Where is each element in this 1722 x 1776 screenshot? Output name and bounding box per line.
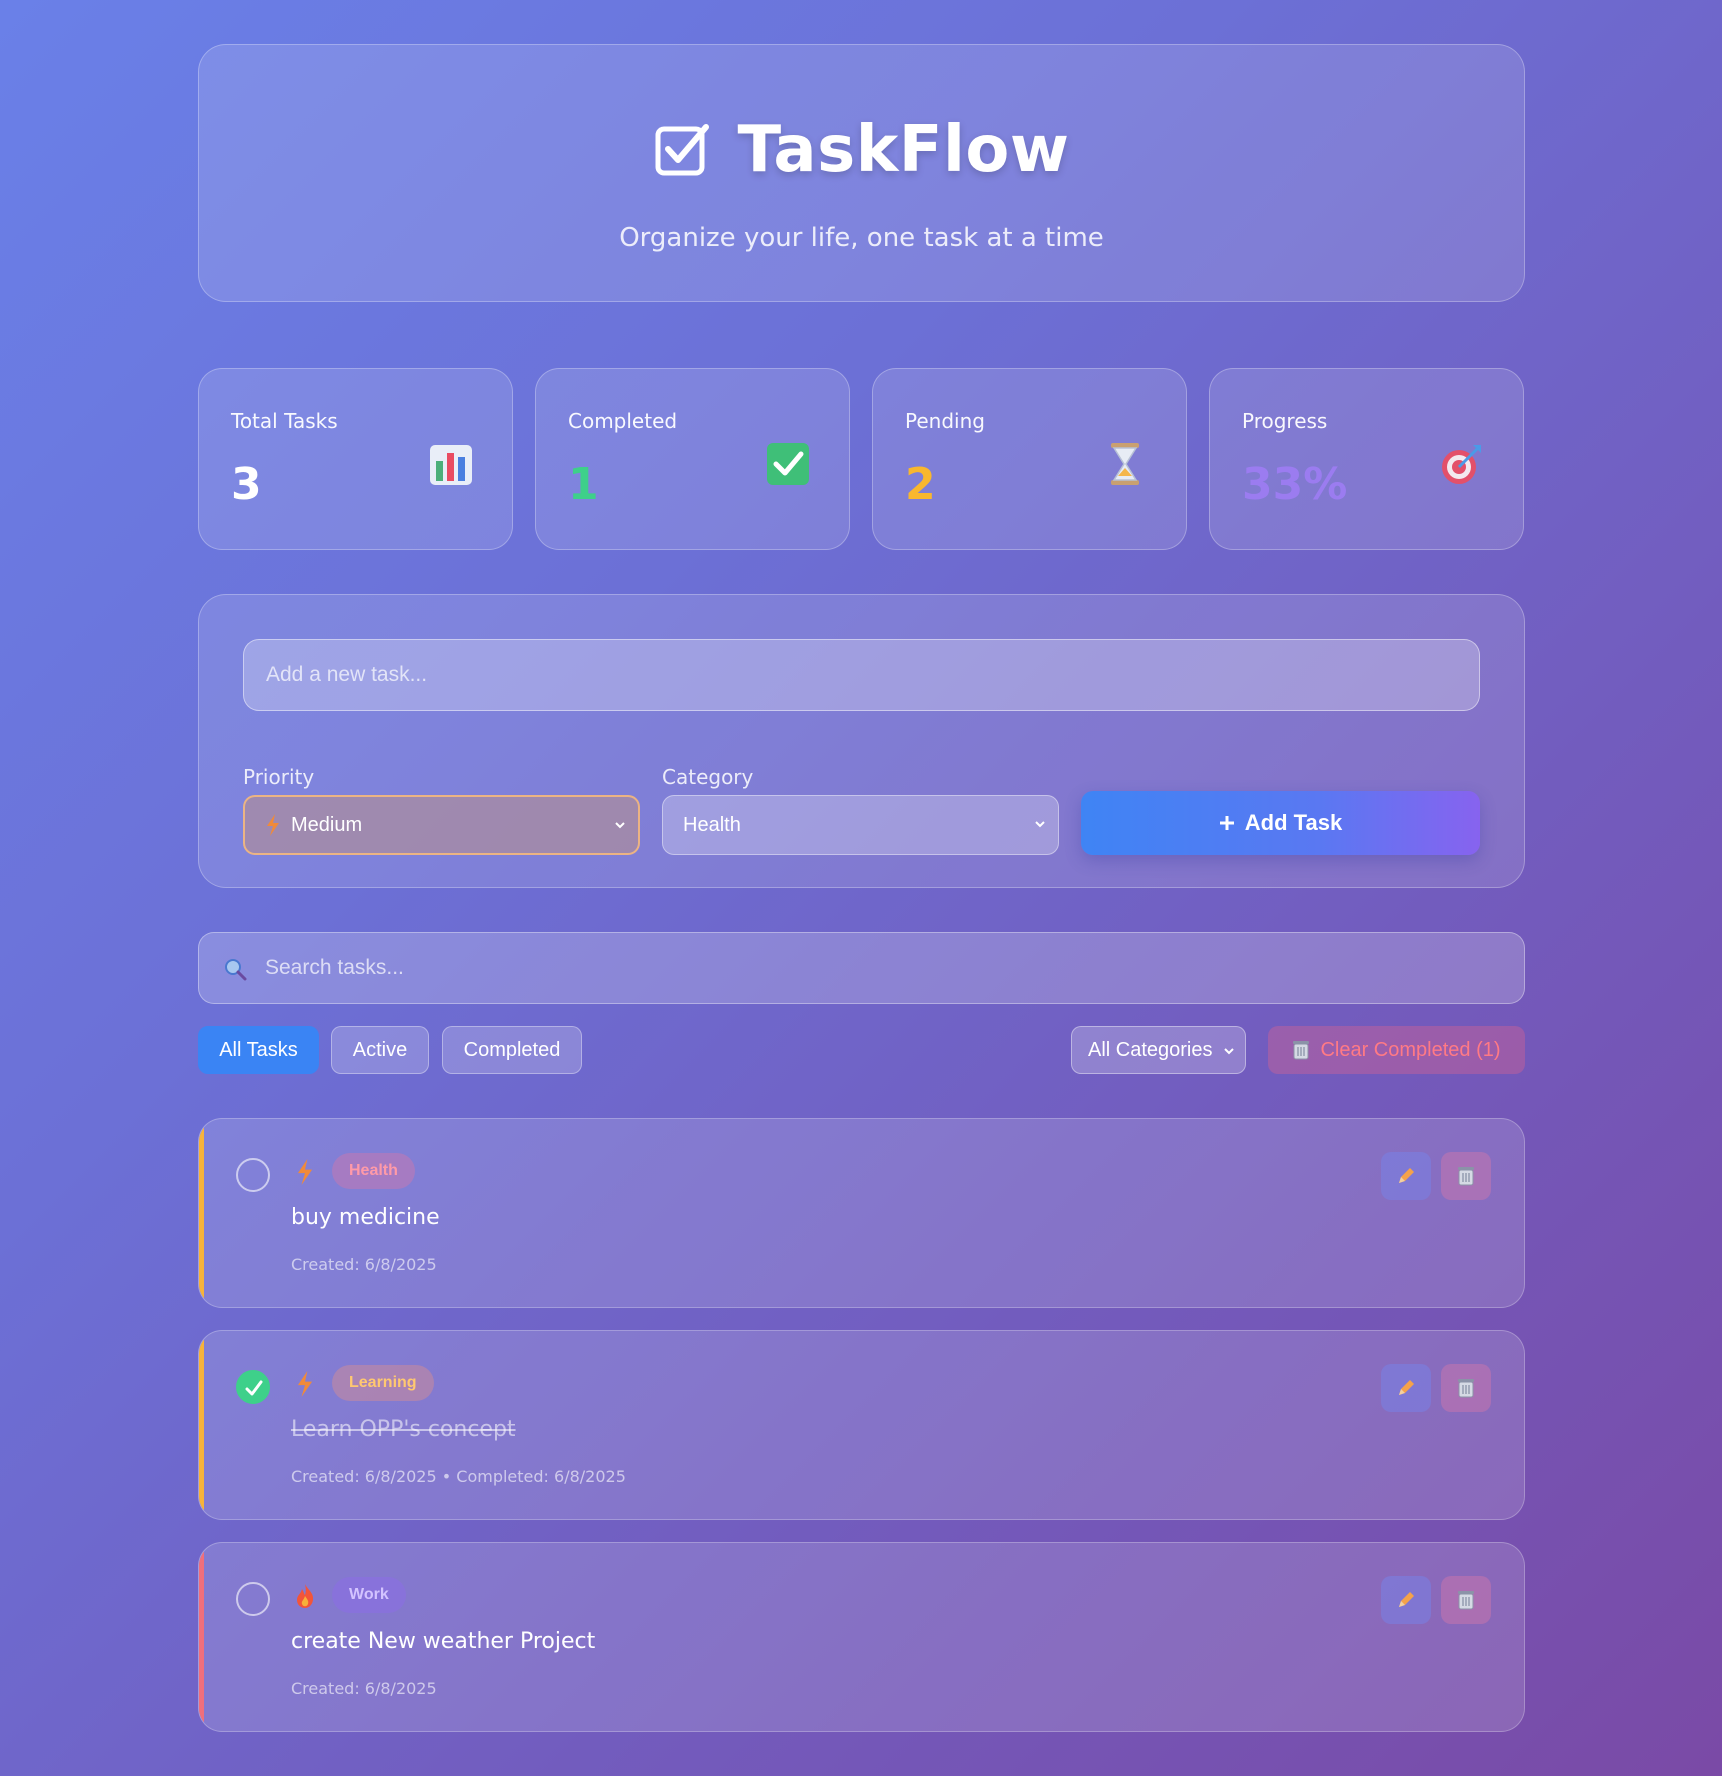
category-badge: Learning xyxy=(332,1365,434,1401)
priority-bar xyxy=(199,1543,204,1731)
edit-button[interactable] xyxy=(1381,1576,1431,1624)
category-value: Health xyxy=(683,813,741,836)
lightning-icon xyxy=(297,1371,313,1397)
delete-button[interactable] xyxy=(1441,1152,1491,1200)
task-text: Learn OPP's concept xyxy=(291,1417,516,1442)
plus-icon xyxy=(1219,816,1234,830)
stat-label: Progress xyxy=(1242,409,1328,433)
hourglass-icon xyxy=(1111,443,1139,485)
stat-label: Completed xyxy=(568,409,678,433)
pencil-icon xyxy=(1399,1380,1414,1395)
title-row: TaskFlow xyxy=(199,113,1524,187)
filter-active-button[interactable]: Active xyxy=(331,1026,429,1074)
task-checkbox[interactable] xyxy=(236,1158,270,1192)
category-filter-value: All Categories xyxy=(1088,1038,1213,1061)
task-meta: Created: 6/8/2025 • Completed: 6/8/2025 xyxy=(291,1467,626,1486)
filter-row: All Tasks Active Completed All Categorie… xyxy=(198,1026,1525,1074)
stat-value: 1 xyxy=(568,459,599,510)
stat-card-pending: Pending 2 xyxy=(872,368,1187,550)
edit-button[interactable] xyxy=(1381,1364,1431,1412)
task-text: create New weather Project xyxy=(291,1629,596,1654)
stat-card-progress: Progress 33% xyxy=(1209,368,1524,550)
filter-completed-button[interactable]: Completed xyxy=(442,1026,582,1074)
app-header: TaskFlow Organize your life, one task at… xyxy=(198,44,1525,302)
priority-bar xyxy=(199,1331,204,1519)
task-checkbox[interactable] xyxy=(236,1582,270,1616)
chevron-down-icon xyxy=(1035,821,1045,828)
task-meta: Created: 6/8/2025 xyxy=(291,1255,437,1274)
stat-value: 3 xyxy=(231,459,262,510)
checkbox-icon xyxy=(655,124,709,176)
edit-button[interactable] xyxy=(1381,1152,1431,1200)
add-task-label: Add Task xyxy=(1244,810,1343,835)
trash-icon xyxy=(1458,1591,1474,1610)
filter-all-button[interactable]: All Tasks xyxy=(198,1026,319,1074)
app-container: TaskFlow Organize your life, one task at… xyxy=(198,44,1525,1754)
stat-card-total: Total Tasks 3 xyxy=(198,368,513,550)
priority-select[interactable]: Medium xyxy=(243,795,640,855)
trash-icon xyxy=(1293,1041,1310,1060)
pencil-icon xyxy=(1399,1592,1414,1607)
task-text: buy medicine xyxy=(291,1205,440,1230)
trash-icon xyxy=(1458,1379,1474,1398)
task-item: Work create New weather Project Created:… xyxy=(198,1542,1525,1732)
app-title: TaskFlow xyxy=(737,113,1070,187)
task-item: Learning Learn OPP's concept Created: 6/… xyxy=(198,1330,1525,1520)
chevron-down-icon xyxy=(1224,1048,1234,1055)
priority-label: Priority xyxy=(243,765,315,789)
task-meta: Created: 6/8/2025 xyxy=(291,1679,437,1698)
chevron-down-icon xyxy=(615,822,625,829)
fire-icon xyxy=(297,1584,314,1608)
stat-label: Total Tasks xyxy=(231,409,338,433)
check-mark-icon xyxy=(767,443,809,485)
delete-button[interactable] xyxy=(1441,1364,1491,1412)
lightning-icon xyxy=(267,814,279,836)
category-badge: Health xyxy=(332,1153,415,1189)
add-task-panel: Priority Medium Category Health Add Task xyxy=(198,594,1525,888)
bar-chart-icon xyxy=(430,445,472,485)
category-badge: Work xyxy=(332,1577,406,1613)
lightning-icon xyxy=(297,1159,313,1185)
search-input[interactable] xyxy=(265,933,1465,1003)
new-task-input[interactable] xyxy=(243,639,1480,711)
category-filter-select[interactable]: All Categories xyxy=(1071,1026,1246,1074)
priority-value: Medium xyxy=(291,813,363,836)
category-select[interactable]: Health xyxy=(662,795,1059,855)
category-label: Category xyxy=(662,765,754,789)
add-task-button[interactable]: Add Task xyxy=(1081,791,1480,855)
stat-value: 33% xyxy=(1242,459,1348,510)
clear-completed-button[interactable]: Clear Completed (1) xyxy=(1268,1026,1525,1074)
stat-value: 2 xyxy=(905,459,936,510)
stat-label: Pending xyxy=(905,409,985,433)
pencil-icon xyxy=(1399,1168,1414,1183)
check-icon xyxy=(245,1380,263,1396)
task-checkbox[interactable] xyxy=(236,1370,270,1404)
app-subtitle: Organize your life, one task at a time xyxy=(619,223,1104,253)
search-bar xyxy=(198,932,1525,1004)
trash-icon xyxy=(1458,1167,1474,1186)
delete-button[interactable] xyxy=(1441,1576,1491,1624)
stat-card-completed: Completed 1 xyxy=(535,368,850,550)
task-list: Health buy medicine Created: 6/8/2025 Le… xyxy=(198,1118,1525,1732)
search-icon xyxy=(225,959,247,981)
target-icon xyxy=(1442,445,1481,484)
clear-completed-label: Clear Completed (1) xyxy=(1320,1038,1501,1061)
task-item: Health buy medicine Created: 6/8/2025 xyxy=(198,1118,1525,1308)
stats-row: Total Tasks 3 Completed 1 Pending 2 Prog… xyxy=(198,368,1525,550)
priority-bar xyxy=(199,1119,204,1307)
